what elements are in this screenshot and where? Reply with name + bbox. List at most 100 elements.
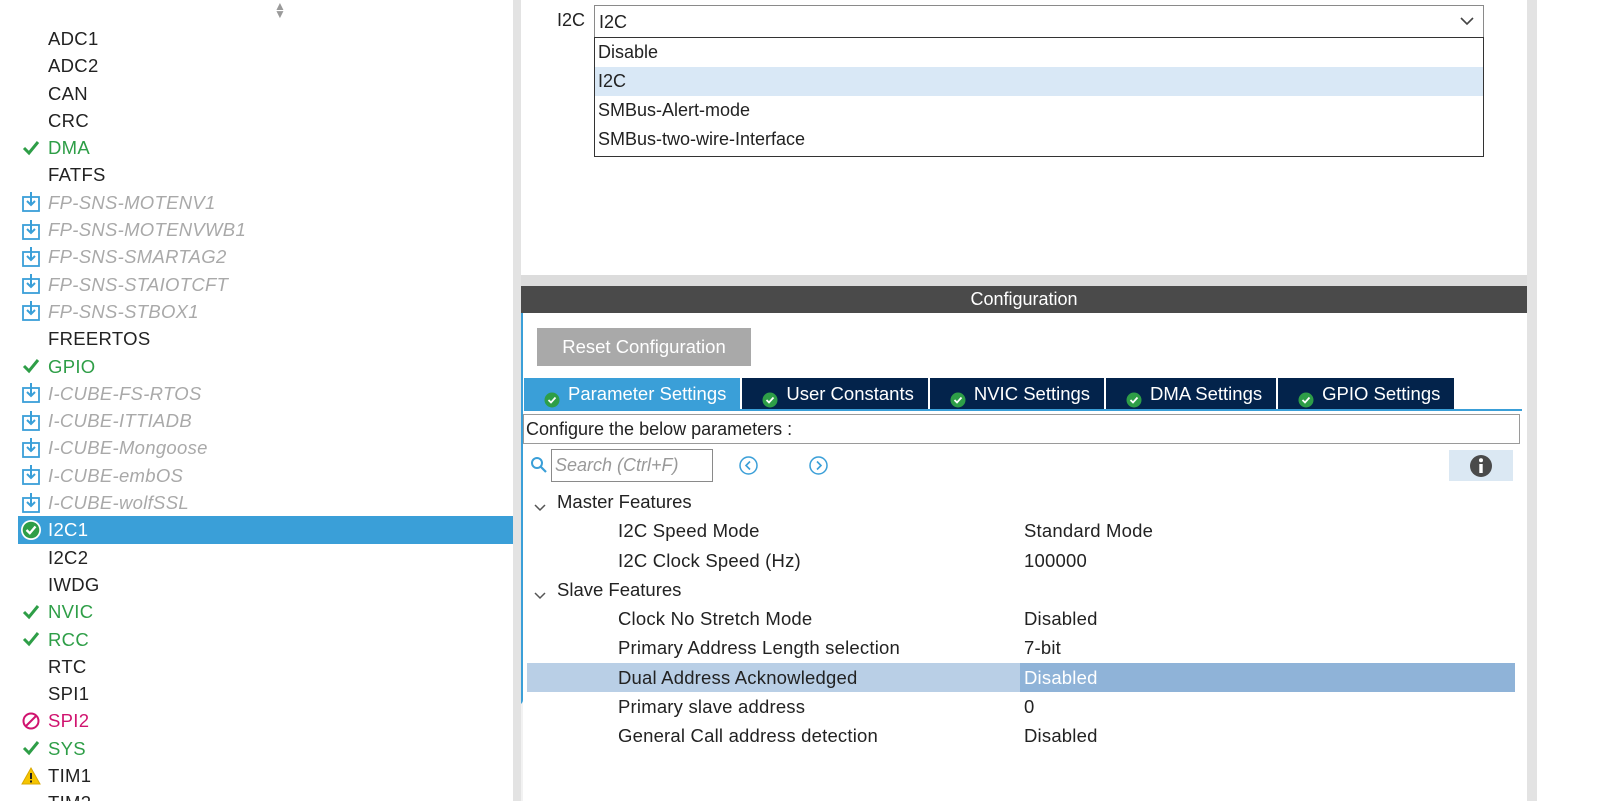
peripheral-item[interactable]: SPI2 — [18, 707, 513, 734]
tab-label: GPIO Settings — [1322, 383, 1441, 404]
peripheral-item[interactable]: I-CUBE-wolfSSL — [18, 489, 513, 516]
peripheral-item[interactable]: SPI1 — [18, 680, 513, 707]
parameter-group-title: Slave Features — [557, 578, 682, 600]
peripheral-item[interactable]: I-CUBE-FS-RTOS — [18, 380, 513, 407]
mode-option[interactable]: SMBus-Alert-mode — [595, 96, 1483, 125]
tab-label: NVIC Settings — [973, 383, 1091, 404]
peripheral-item[interactable]: FP-SNS-STBOX1 — [18, 298, 513, 325]
download-icon — [20, 298, 42, 325]
peripheral-item[interactable]: CAN — [18, 80, 513, 107]
parameter-name: Primary slave address — [618, 696, 806, 718]
peripheral-item-label: FP-SNS-SMARTAG2 — [48, 246, 227, 268]
tab-dma-settings[interactable]: DMA Settings — [1106, 378, 1277, 409]
tab-gpio-settings[interactable]: GPIO Settings — [1278, 378, 1455, 409]
peripheral-item[interactable]: RCC — [18, 626, 513, 653]
chevron-down-icon[interactable] — [533, 494, 547, 512]
check-icon — [20, 353, 42, 380]
parameter-name: Primary Address Length selection — [618, 637, 900, 659]
download-icon — [20, 407, 42, 434]
parameter-value[interactable]: Disabled — [1024, 604, 1098, 633]
parameter-row[interactable]: Dual Address Acknowledged Disabled — [527, 662, 1515, 693]
peripheral-item-label: FP-SNS-STBOX1 — [48, 300, 199, 322]
check-circle-icon — [1298, 386, 1314, 407]
mode-option[interactable]: I2C — [595, 67, 1483, 96]
peripheral-item[interactable]: ADC1 — [18, 25, 513, 52]
parameter-value[interactable]: 100000 — [1024, 546, 1087, 575]
previous-icon[interactable] — [738, 455, 759, 476]
peripheral-item-label: RCC — [48, 628, 89, 650]
parameter-row[interactable]: General Call address detection Disabled — [527, 721, 1515, 750]
mode-select[interactable]: I2C — [594, 5, 1484, 38]
chevron-down-icon[interactable] — [1457, 11, 1477, 31]
peripheral-item-label: FP-SNS-MOTENVWB1 — [48, 219, 247, 241]
search-input[interactable] — [551, 449, 713, 482]
tab-user-constants[interactable]: User Constants — [742, 378, 928, 409]
peripheral-item[interactable]: FP-SNS-MOTENV1 — [18, 189, 513, 216]
download-icon — [20, 380, 42, 407]
right-margin — [1537, 0, 1608, 801]
peripheral-item-label: I2C1 — [48, 519, 89, 541]
peripheral-item[interactable]: FP-SNS-STAIOTCFT — [18, 271, 513, 298]
parameter-row[interactable]: I2C Clock Speed (Hz) 100000 — [527, 546, 1515, 575]
sort-icon[interactable]: ▲ ▼ — [272, 0, 288, 20]
peripheral-item-label: IWDG — [48, 573, 100, 595]
prohibited-icon — [20, 707, 42, 734]
peripheral-item[interactable]: I-CUBE-Mongoose — [18, 434, 513, 461]
peripheral-item[interactable]: I2C1 — [18, 516, 513, 544]
mode-option[interactable]: Disable — [595, 38, 1483, 67]
download-icon — [20, 243, 42, 270]
parameter-value[interactable]: Disabled — [1024, 663, 1098, 692]
peripheral-item-label: I-CUBE-FS-RTOS — [48, 382, 202, 404]
parameter-value[interactable]: Standard Mode — [1024, 516, 1153, 545]
info-button[interactable] — [1449, 450, 1513, 481]
reset-configuration-button[interactable]: Reset Configuration — [537, 328, 751, 366]
peripheral-item[interactable]: I-CUBE-embOS — [18, 462, 513, 489]
parameter-group[interactable]: Slave Features — [527, 575, 1515, 604]
peripheral-item[interactable]: FREERTOS — [18, 325, 513, 352]
peripheral-item[interactable]: CRC — [18, 107, 513, 134]
peripheral-item-label: FREERTOS — [48, 328, 151, 350]
peripheral-item[interactable]: TIM2 — [18, 789, 513, 801]
tab-parameter-settings[interactable]: Parameter Settings — [524, 378, 741, 409]
peripheral-item[interactable]: FP-SNS-SMARTAG2 — [18, 243, 513, 270]
tab-label: User Constants — [786, 383, 914, 404]
download-icon — [20, 462, 42, 489]
parameter-name: Dual Address Acknowledged — [618, 666, 858, 688]
peripheral-item[interactable]: TIM1 — [18, 762, 513, 789]
chevron-down-icon[interactable] — [533, 582, 547, 599]
tab-nvic-settings[interactable]: NVIC Settings — [929, 378, 1105, 409]
parameter-row[interactable]: I2C Speed Mode Standard Mode — [527, 516, 1515, 545]
parameter-group[interactable]: Master Features — [527, 487, 1515, 516]
peripheral-item-label: SPI1 — [48, 683, 90, 705]
mode-option[interactable]: SMBus-two-wire-Interface — [595, 125, 1483, 154]
peripheral-item[interactable]: IWDG — [18, 571, 513, 598]
check-icon — [20, 735, 42, 762]
peripheral-item-label: NVIC — [48, 601, 94, 623]
peripheral-item[interactable]: FP-SNS-MOTENVWB1 — [18, 216, 513, 243]
parameter-row[interactable]: Primary Address Length selection 7-bit — [527, 633, 1515, 662]
check-icon — [20, 626, 42, 653]
next-icon[interactable] — [808, 455, 829, 476]
check-circle-icon — [544, 386, 560, 407]
check-circle-icon — [950, 386, 966, 407]
peripheral-item[interactable]: SYS — [18, 735, 513, 762]
parameter-value[interactable]: 0 — [1024, 692, 1035, 721]
peripheral-item[interactable]: FATFS — [18, 161, 513, 188]
parameter-row[interactable]: Primary slave address 0 — [527, 692, 1515, 721]
peripheral-item[interactable]: ADC2 — [18, 52, 513, 79]
peripheral-item-label: DMA — [48, 137, 91, 159]
parameter-name: General Call address detection — [618, 725, 879, 747]
peripheral-item[interactable]: GPIO — [18, 353, 513, 380]
config-tabs: Parameter Settings User Constants NVIC Set… — [524, 378, 1456, 409]
peripheral-item[interactable]: NVIC — [18, 598, 513, 625]
parameter-row[interactable]: Clock No Stretch Mode Disabled — [527, 604, 1515, 633]
peripheral-list: ADC1 ADC2 CAN CRC DMA FATFS FP-SNS-MOTENV1 FP-S… — [18, 25, 513, 801]
parameter-value[interactable]: Disabled — [1024, 721, 1098, 750]
peripheral-item[interactable]: I2C2 — [18, 544, 513, 571]
peripheral-item[interactable]: RTC — [18, 653, 513, 680]
peripheral-item[interactable]: DMA — [18, 134, 513, 161]
peripheral-item[interactable]: I-CUBE-ITTIADB — [18, 407, 513, 434]
panel-divider[interactable] — [513, 0, 521, 801]
peripheral-item-label: ADC1 — [48, 28, 99, 49]
parameter-value[interactable]: 7-bit — [1024, 633, 1061, 662]
